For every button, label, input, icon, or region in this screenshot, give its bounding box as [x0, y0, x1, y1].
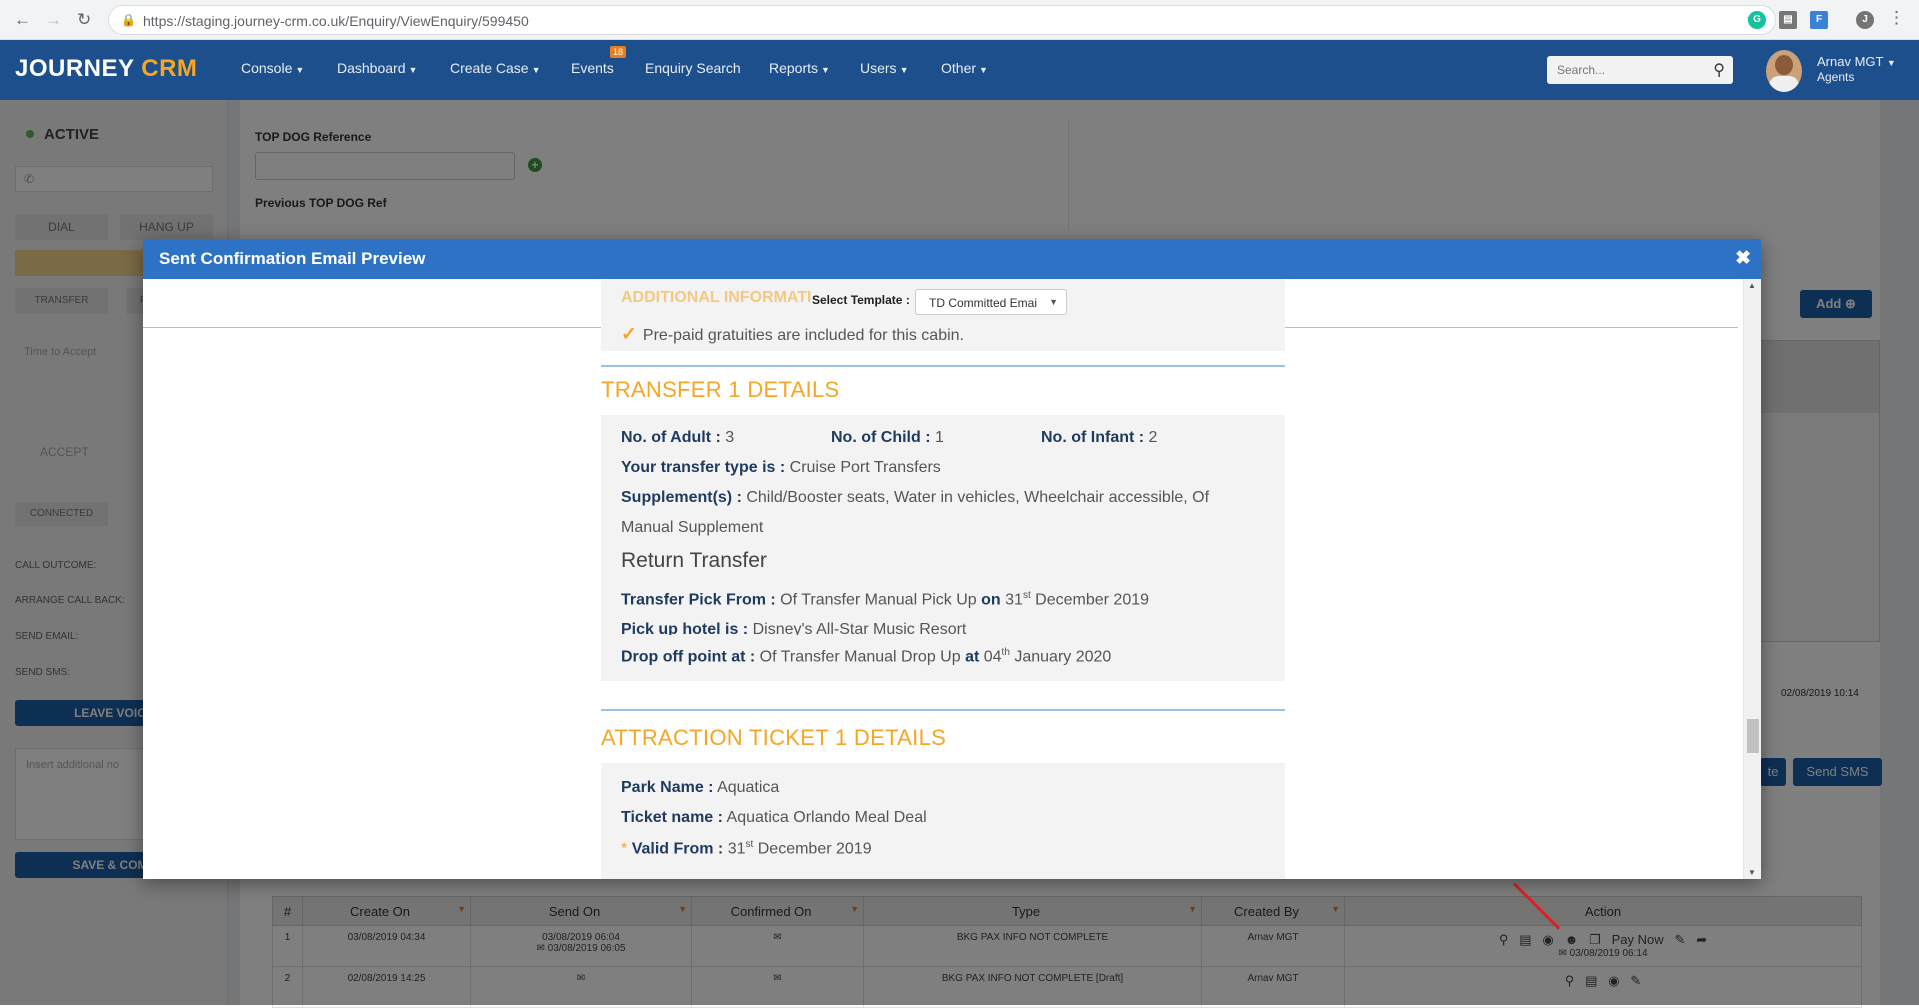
chevron-down-icon: ▼ [1049, 297, 1058, 307]
template-select[interactable]: TD Committed Emai ▼ [915, 289, 1067, 315]
profile-avatar[interactable]: J [1856, 11, 1874, 29]
menu-events[interactable]: Events [571, 60, 614, 76]
dropoff-point: Drop off point at : Of Transfer Manual D… [621, 647, 1112, 666]
modal-header: Sent Confirmation Email Preview ✖ [143, 239, 1761, 279]
attraction-heading: ATTRACTION TICKET 1 DETAILS [601, 725, 947, 750]
close-icon[interactable]: ✖ [1735, 247, 1751, 270]
scroll-down-icon: ▼ [1748, 868, 1756, 877]
events-count-badge: 18 [610, 46, 627, 58]
supplements: Supplement(s) : Child/Booster seats, Wat… [621, 489, 1210, 506]
child-count: No. of Child : 1 [831, 429, 944, 446]
url-text: https://staging.journey-crm.co.uk/Enquir… [143, 13, 529, 29]
menu-users[interactable]: Users ▼ [860, 60, 908, 76]
address-bar[interactable]: 🔒 https://staging.journey-crm.co.uk/Enqu… [108, 5, 1776, 35]
pickup-from: Transfer Pick From : Of Transfer Manual … [621, 590, 1150, 609]
transfer-card-bottom: Drop off point at : Of Transfer Manual D… [601, 635, 1285, 681]
divider [601, 709, 1285, 711]
menu-dashboard[interactable]: Dashboard ▼ [337, 60, 417, 76]
ticket-name: Ticket name : Aquatica Orlando Meal Deal [621, 809, 927, 826]
infant-count: No. of Infant : 2 [1041, 429, 1158, 446]
modal-title: Sent Confirmation Email Preview [159, 249, 426, 268]
scroll-up-icon: ▲ [1748, 281, 1756, 290]
menu-console[interactable]: Console ▼ [241, 60, 304, 76]
additional-info-heading: ADDITIONAL INFORMATI [621, 289, 812, 306]
template-selector-row: ADDITIONAL INFORMATI Select Template : T… [143, 279, 1738, 328]
transfer-heading: TRANSFER 1 DETAILS [601, 377, 840, 402]
back-icon[interactable]: ← [14, 10, 31, 30]
menu-enquiry-search[interactable]: Enquiry Search [645, 60, 741, 76]
browser-toolbar: ← → ↻ 🔒 https://staging.journey-crm.co.u… [0, 0, 1919, 40]
search-icon[interactable]: ⚲ [1713, 60, 1725, 80]
header-search: ⚲ [1547, 56, 1733, 84]
divider [601, 365, 1285, 367]
extension-icon[interactable]: F [1810, 11, 1828, 29]
user-role: Agents [1817, 70, 1855, 84]
modal-scrollbar[interactable]: ▲ ▼ [1743, 279, 1761, 879]
modal-body[interactable]: ✓ Pre-paid gratuities are included for th… [143, 279, 1743, 879]
lock-icon: 🔒 [121, 13, 136, 27]
cast-extension-icon[interactable]: ▤ [1779, 11, 1797, 29]
adult-count: No. of Adult : 3 [621, 429, 735, 446]
supplements-cont: Manual Supplement [621, 519, 764, 536]
reload-icon[interactable]: ↻ [77, 10, 91, 30]
valid-from: * Valid From : 31st December 2019 [621, 839, 872, 858]
avatar[interactable] [1766, 50, 1802, 92]
grammarly-extension-icon[interactable]: G [1748, 11, 1766, 29]
user-name[interactable]: Arnav MGT ▼ [1817, 54, 1896, 69]
search-input[interactable] [1547, 56, 1697, 84]
transfer-card: No. of Adult : 3 No. of Child : 1 No. of… [601, 415, 1285, 638]
scroll-thumb[interactable] [1747, 719, 1759, 753]
park-name: Park Name : Aquatica [621, 779, 780, 796]
menu-reports[interactable]: Reports ▼ [769, 60, 830, 76]
app-logo[interactable]: JOURNEY CRM [15, 55, 197, 83]
app-header: JOURNEY CRM Console ▼ Dashboard ▼ Create C… [0, 40, 1919, 100]
forward-icon[interactable]: → [45, 10, 62, 30]
email-preview: ✓ Pre-paid gratuities are included for th… [601, 279, 1285, 879]
select-template-label: Select Template : [812, 293, 910, 307]
attraction-card: Park Name : Aquatica Ticket name : Aquat… [601, 763, 1285, 879]
return-transfer-heading: Return Transfer [621, 549, 767, 572]
menu-create-case[interactable]: Create Case ▼ [450, 60, 541, 76]
browser-menu-icon[interactable]: ⋮ [1888, 8, 1905, 28]
transfer-type: Your transfer type is : Cruise Port Tran… [621, 459, 941, 476]
menu-other[interactable]: Other ▼ [941, 60, 988, 76]
email-preview-modal: Sent Confirmation Email Preview ✖ ✓ Pre-p… [143, 239, 1761, 879]
